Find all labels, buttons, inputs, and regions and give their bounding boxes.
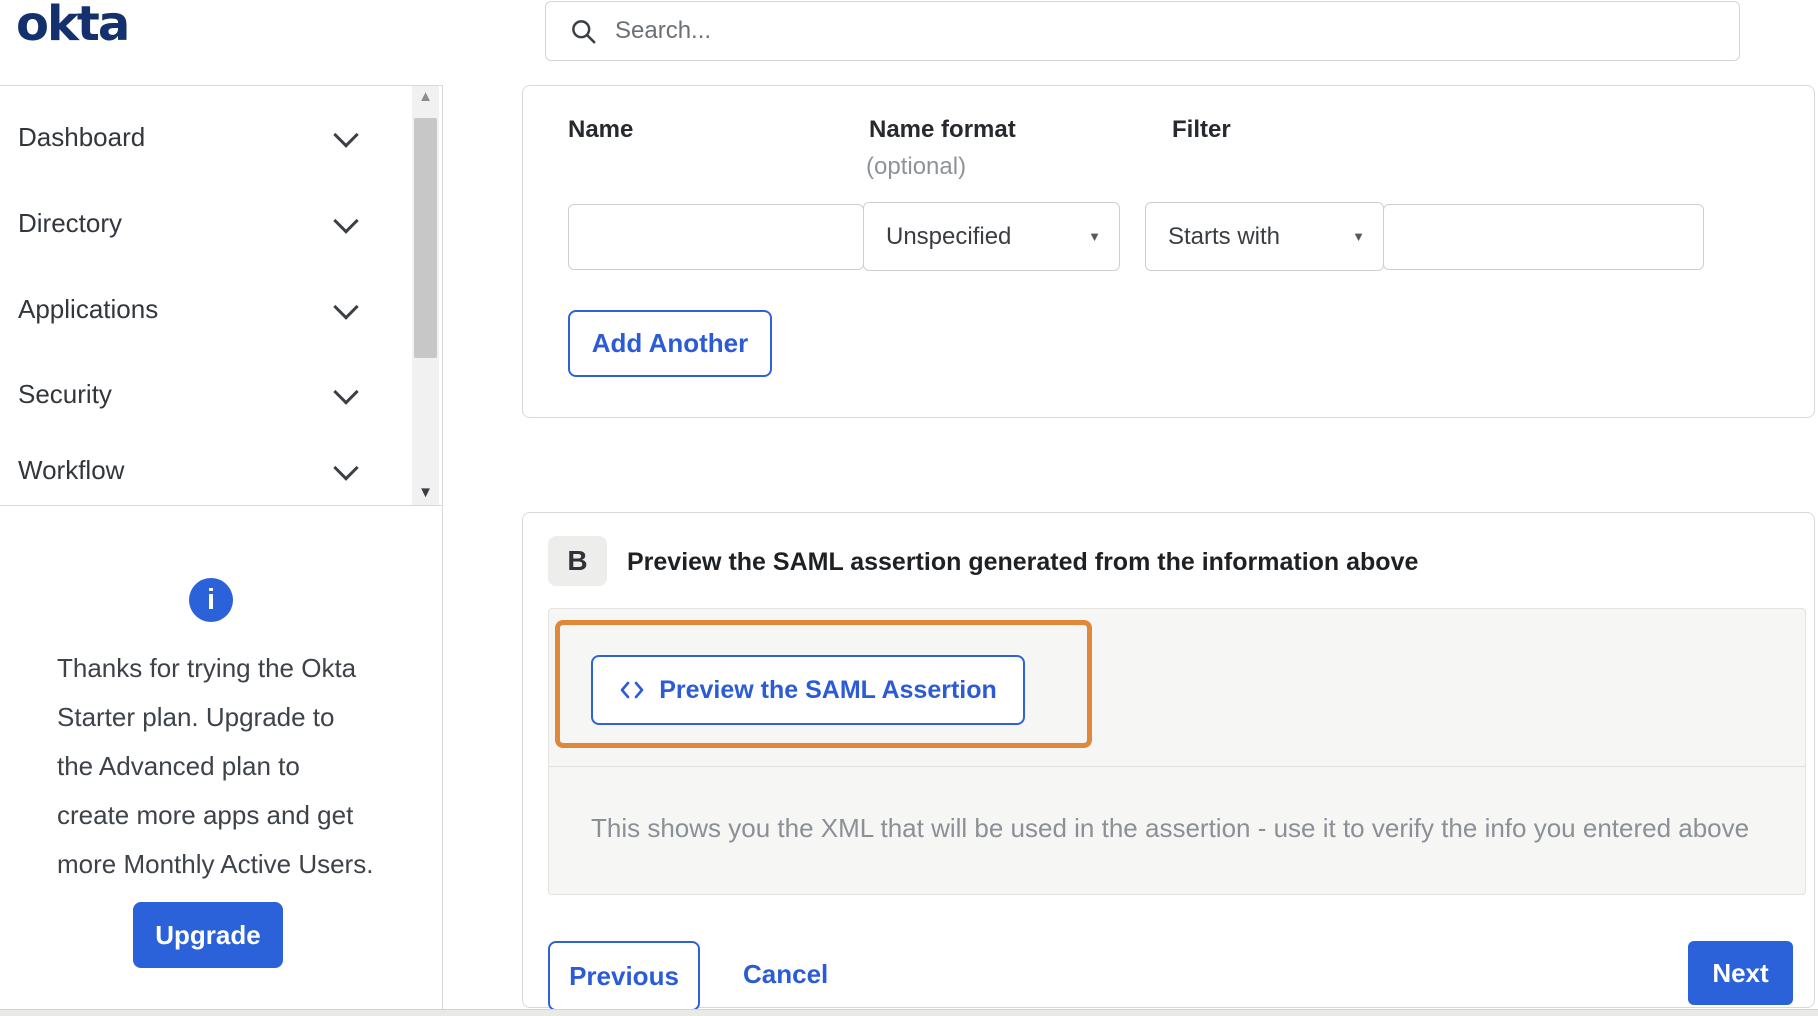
chevron-down-icon: [333, 207, 359, 234]
scroll-up-icon[interactable]: ▲: [412, 86, 439, 108]
next-button[interactable]: Next: [1688, 941, 1793, 1005]
info-icon-glyph: i: [206, 583, 216, 616]
code-brackets-icon: [620, 681, 644, 699]
filter-value-input[interactable]: [1383, 204, 1704, 270]
attribute-name-input[interactable]: [568, 204, 864, 270]
sidebar-item-label: Directory: [18, 208, 123, 238]
upsell-text-line: create more apps and get: [57, 800, 354, 830]
name-format-select[interactable]: Unspecified ▼: [863, 202, 1120, 271]
okta-admin-page: okta Dashboard Directory Applications Se…: [0, 0, 1818, 1016]
upsell-text-line: more Monthly Active Users.: [57, 849, 374, 879]
upsell-text-line: the Advanced plan to: [57, 751, 300, 781]
upsell-text-line: Starter plan. Upgrade to: [57, 702, 335, 732]
search-input[interactable]: [613, 16, 1739, 46]
upsell-message: Thanks for trying the Okta Starter plan.…: [57, 644, 373, 889]
name-format-column-label: Name format: [869, 116, 1016, 143]
sidebar-item-dashboard[interactable]: Dashboard: [0, 95, 411, 180]
sidebar-item-workflow[interactable]: Workflow: [0, 436, 411, 505]
sidebar-item-label: Dashboard: [18, 122, 146, 152]
select-caret-icon: ▼: [1088, 229, 1101, 244]
section-b-badge: B: [548, 536, 607, 586]
add-another-button[interactable]: Add Another: [568, 310, 772, 377]
preview-description: This shows you the XML that will be used…: [591, 813, 1750, 843]
sidebar-item-applications[interactable]: Applications: [0, 267, 411, 352]
global-search: [545, 1, 1740, 61]
preview-saml-assertion-button[interactable]: Preview the SAML Assertion: [591, 655, 1025, 725]
name-column-label: Name: [568, 116, 634, 143]
upsell-text-line: Thanks for trying the Okta: [57, 653, 357, 683]
cancel-link[interactable]: Cancel: [743, 959, 828, 990]
chevron-down-icon: [333, 454, 359, 481]
sidebar-right-border: [442, 85, 443, 1016]
chevron-down-icon: [333, 378, 359, 405]
preview-button-label: Preview the SAML Assertion: [659, 675, 997, 704]
filter-operator-select[interactable]: Starts with ▼: [1145, 202, 1384, 271]
upgrade-button[interactable]: Upgrade: [133, 902, 283, 968]
chevron-down-icon: [333, 121, 359, 148]
sidebar-bottom-border: [0, 505, 442, 506]
sidebar-item-label: Security: [18, 379, 112, 409]
sidebar-item-directory[interactable]: Directory: [0, 181, 411, 266]
okta-logo: okta: [16, 0, 130, 52]
panel-divider: [549, 766, 1805, 767]
name-format-selected-value: Unspecified: [886, 222, 1012, 250]
search-icon: [572, 19, 596, 43]
scroll-down-icon[interactable]: ▼: [412, 482, 439, 504]
select-caret-icon: ▼: [1352, 229, 1365, 244]
sidebar-item-label: Workflow: [18, 455, 125, 485]
chevron-down-icon: [333, 293, 359, 320]
filter-column-label: Filter: [1172, 116, 1231, 143]
sidebar-item-security[interactable]: Security: [0, 352, 411, 437]
sidebar-top-border: [0, 85, 443, 86]
sidebar-item-label: Applications: [18, 294, 159, 324]
previous-button[interactable]: Previous: [548, 941, 700, 1011]
name-format-optional-note: (optional): [866, 153, 967, 180]
section-b-heading: Preview the SAML assertion generated fro…: [627, 548, 1419, 576]
info-icon: i: [189, 578, 233, 622]
sidebar-scrollbar-thumb[interactable]: [414, 118, 437, 358]
page-bottom-strip: [0, 1009, 1818, 1016]
filter-operator-selected-value: Starts with: [1168, 222, 1281, 250]
